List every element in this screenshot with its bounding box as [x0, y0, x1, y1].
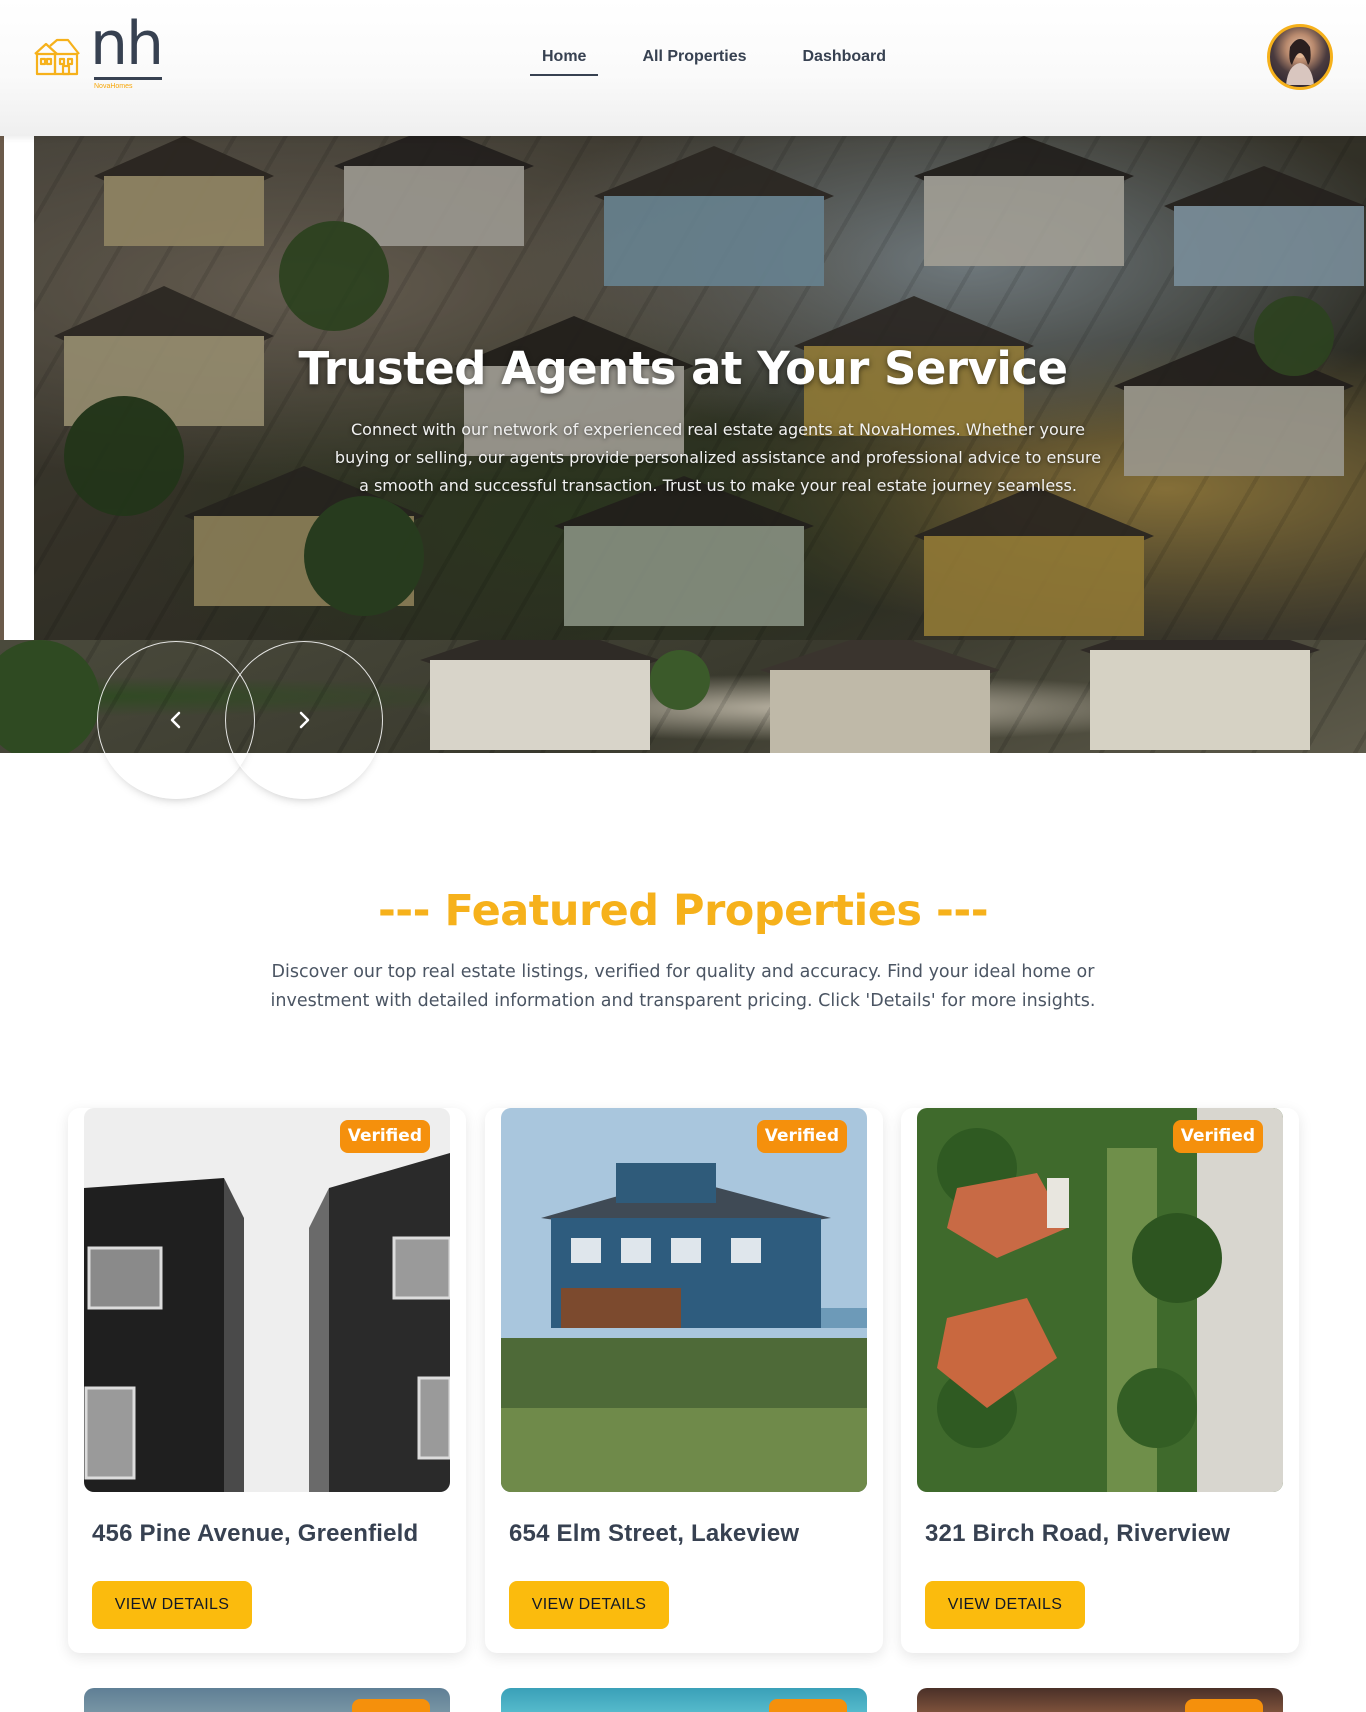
building-photo [84, 1108, 450, 1492]
next-card-image [917, 1688, 1283, 1712]
user-avatar[interactable] [1267, 24, 1333, 90]
novahomes-logo[interactable]: nh NovaHomes [32, 14, 172, 102]
nav-home[interactable]: Home [530, 46, 599, 76]
property-card: Verified 321 Birch Road, Riverview VIEW … [901, 1108, 1299, 1653]
property-image[interactable]: Verified [501, 1108, 867, 1492]
chevron-left-icon [170, 711, 181, 729]
logo-wordmark: nh [90, 9, 164, 79]
avatar-portrait-icon [1286, 39, 1314, 85]
verified-badge [1185, 1699, 1263, 1712]
logo-subtitle: NovaHomes [94, 83, 133, 90]
hero-description: Connect with our network of experienced … [334, 420, 1102, 495]
verified-badge: Verified [1172, 1120, 1263, 1153]
featured-description: Discover our top real estate listings, v… [270, 962, 1096, 1011]
beach-house-photo [501, 1108, 867, 1492]
property-address: 321 Birch Road, Riverview [925, 1520, 1231, 1547]
carousel-next-button[interactable] [225, 641, 383, 799]
main-nav: Home All Properties Dashboard [530, 46, 930, 76]
verified-badge: Verified [339, 1120, 430, 1153]
verified-badge [352, 1699, 430, 1712]
next-card-image [84, 1688, 450, 1712]
property-card: Verified 456 Pine Avenue, Greenfield VIE… [68, 1108, 466, 1653]
view-details-button[interactable]: VIEW DETAILS [92, 1581, 252, 1629]
property-address: 654 Elm Street, Lakeview [509, 1520, 800, 1547]
verified-badge [769, 1699, 847, 1712]
aerial-villa-photo [917, 1108, 1283, 1492]
property-image[interactable]: Verified [84, 1108, 450, 1492]
property-address: 456 Pine Avenue, Greenfield [92, 1520, 419, 1547]
logo-underline [94, 77, 162, 80]
chevron-right-icon [299, 711, 310, 729]
nav-all-properties[interactable]: All Properties [630, 46, 758, 76]
nav-dashboard[interactable]: Dashboard [790, 46, 898, 76]
hero-title: Trusted Agents at Your Service [298, 342, 1068, 395]
featured-title: --- Featured Properties --- [377, 886, 989, 936]
view-details-button[interactable]: VIEW DETAILS [509, 1581, 669, 1629]
verified-badge: Verified [756, 1120, 847, 1153]
site-header: nh NovaHomes Home All Properties Dashboa… [0, 0, 1366, 136]
house-logo-icon [34, 38, 80, 76]
next-card-image [501, 1688, 867, 1712]
property-image[interactable]: Verified [917, 1108, 1283, 1492]
property-card: Verified 654 Elm Street, Lakeview VIEW D… [485, 1108, 883, 1653]
view-details-button[interactable]: VIEW DETAILS [925, 1581, 1085, 1629]
